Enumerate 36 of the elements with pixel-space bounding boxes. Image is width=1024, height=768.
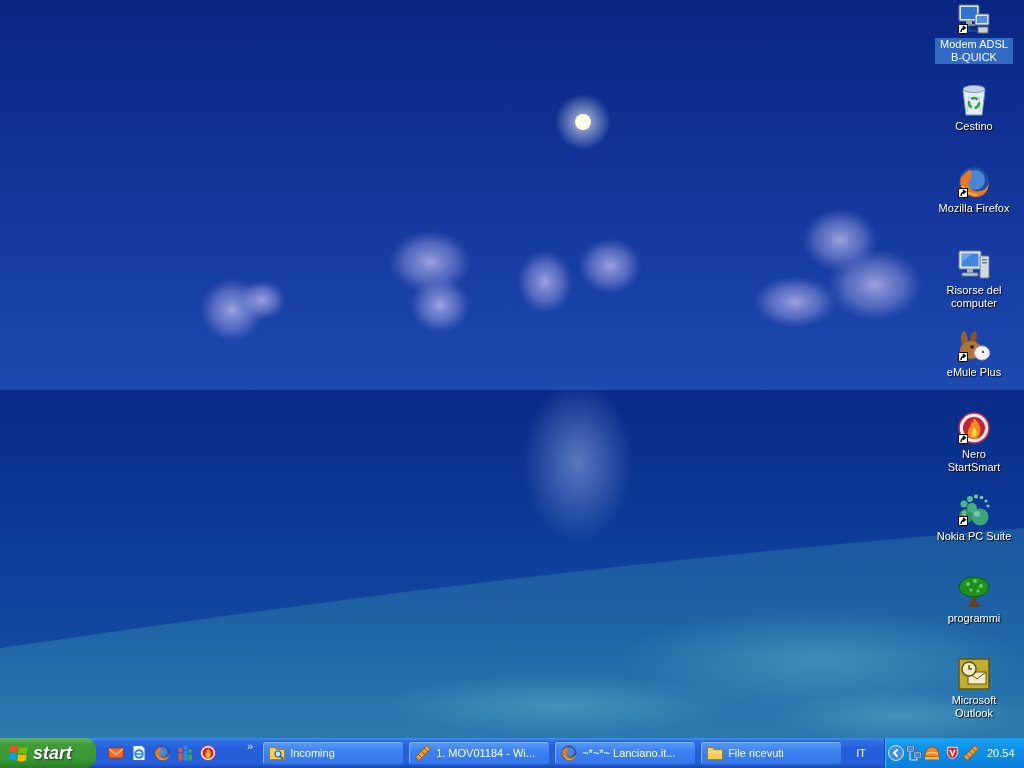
- moon: [575, 114, 591, 130]
- taskbar-button[interactable]: ~*~*~ Lanciano.it...: [554, 741, 697, 765]
- icon-label[interactable]: Microsoft Outlook: [935, 694, 1013, 720]
- icon-label[interactable]: Nero StartSmart: [935, 448, 1013, 474]
- flame-disc-icon[interactable]: [958, 412, 990, 444]
- clock: 20.54: [987, 747, 1015, 759]
- envelope-icon[interactable]: [108, 745, 124, 761]
- icon-label[interactable]: Cestino: [954, 120, 994, 133]
- fox-globe-icon[interactable]: [958, 166, 990, 198]
- folder-icon: [707, 745, 724, 761]
- dome-icon[interactable]: [924, 745, 940, 761]
- more-button[interactable]: »: [246, 740, 255, 752]
- icon-label[interactable]: Modem ADSL B-QUICK: [935, 38, 1013, 64]
- tree-icon[interactable]: [958, 576, 990, 608]
- clock-card-icon[interactable]: [958, 658, 990, 690]
- start-button[interactable]: start: [0, 738, 96, 768]
- document-icon[interactable]: [131, 745, 147, 761]
- computer-icon[interactable]: [958, 248, 990, 280]
- icon-label[interactable]: Mozilla Firefox: [937, 202, 1011, 215]
- chevron-left-icon[interactable]: [888, 745, 904, 761]
- icon-label[interactable]: Nokia PC Suite: [935, 530, 1013, 543]
- fox-globe-icon: [561, 745, 578, 761]
- icon-label[interactable]: Risorse del computer: [935, 284, 1013, 310]
- icon-label[interactable]: programmi: [946, 612, 1002, 625]
- taskbar-button[interactable]: 1. MOV01184 - Wi...: [408, 741, 551, 765]
- film-strip-icon: [415, 745, 432, 761]
- taskbar-button[interactable]: File ricevuti: [700, 741, 843, 765]
- icon-label[interactable]: eMule Plus: [945, 366, 1003, 379]
- flag-icon: [9, 743, 28, 763]
- search-folder-icon: [269, 745, 286, 761]
- language-indicator[interactable]: IT: [856, 747, 866, 759]
- taskbar-button[interactable]: Incoming: [262, 741, 405, 765]
- film-strip-icon[interactable]: [963, 745, 979, 761]
- network-icon[interactable]: [906, 745, 922, 761]
- mule-head-icon[interactable]: [958, 330, 990, 362]
- shield-icon[interactable]: [946, 745, 959, 761]
